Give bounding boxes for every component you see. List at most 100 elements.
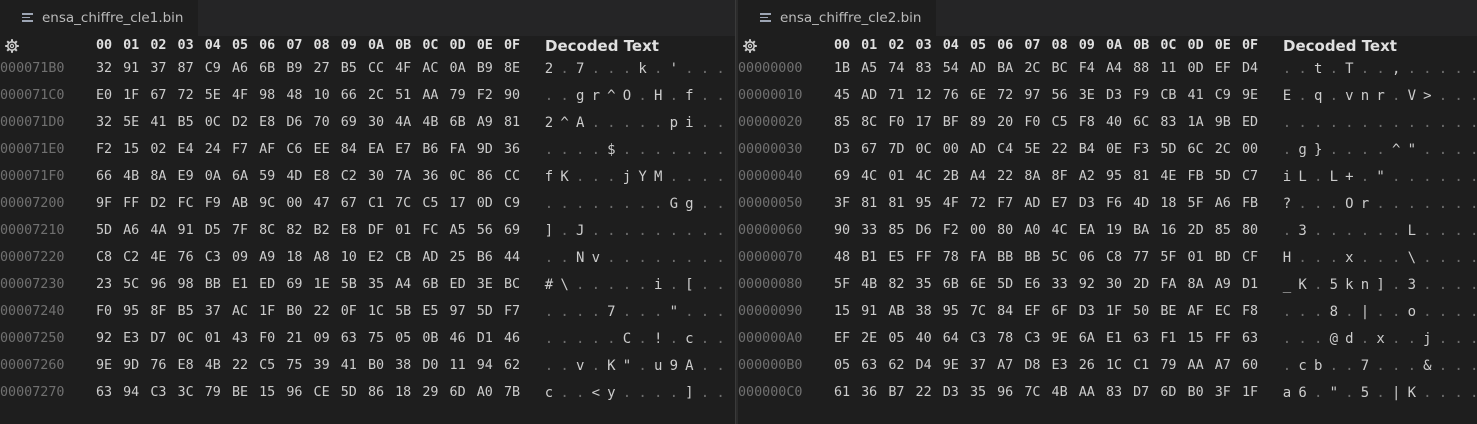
decoded-char[interactable]: . [588, 196, 604, 212]
decoded-char[interactable]: . [1404, 358, 1420, 374]
decoded-char[interactable]: A [681, 358, 697, 374]
hex-byte[interactable]: 85 [1211, 223, 1235, 238]
decoded-char[interactable]: . [588, 304, 604, 320]
hex-byte[interactable]: 94 [119, 385, 143, 400]
hex-byte[interactable]: C2 [337, 169, 361, 184]
decoded-char[interactable]: d [1341, 331, 1357, 347]
decoded-char[interactable]: 7 [1357, 358, 1373, 374]
decoded-char[interactable]: . [1310, 250, 1326, 266]
decoded-char[interactable]: . [1373, 196, 1389, 212]
hex-byte[interactable]: FA [1156, 277, 1180, 292]
hex-byte[interactable]: 2C [1211, 142, 1235, 157]
decoded-char[interactable]: . [1295, 115, 1311, 131]
hex-byte[interactable]: F3 [1129, 142, 1153, 157]
decoded-char[interactable]: . [1326, 358, 1342, 374]
hex-byte[interactable]: F0 [255, 331, 279, 346]
decoded-char[interactable]: r [588, 88, 604, 104]
hex-byte[interactable]: 54 [939, 61, 963, 76]
hex-byte[interactable]: 5D [92, 223, 116, 238]
hex-byte[interactable]: 71 [884, 88, 908, 103]
hex-byte[interactable]: F0 [884, 115, 908, 130]
decoded-char[interactable]: _ [1279, 277, 1295, 293]
hex-byte[interactable]: EF [830, 331, 854, 346]
hex-byte[interactable]: 23 [92, 277, 116, 292]
decoded-char[interactable]: b [1310, 358, 1326, 374]
decoded-char[interactable]: " [1373, 169, 1389, 185]
decoded-char[interactable]: . [697, 115, 713, 131]
decoded-char[interactable]: E [1279, 88, 1295, 104]
decoded-char[interactable]: C [619, 331, 635, 347]
decoded-char[interactable]: . [1435, 169, 1451, 185]
decoded-char[interactable]: . [635, 277, 651, 293]
decoded-char[interactable]: . [588, 223, 604, 239]
hex-byte[interactable]: FC [174, 196, 198, 211]
hex-byte[interactable]: A7 [1211, 358, 1235, 373]
hex-byte[interactable]: 11 [1156, 61, 1180, 76]
decoded-char[interactable]: a [1279, 385, 1295, 401]
decoded-char[interactable]: k [1341, 277, 1357, 293]
hex-byte[interactable]: A2 [1075, 169, 1099, 184]
decoded-char[interactable]: . [1388, 331, 1404, 347]
hex-byte[interactable]: 22 [310, 304, 334, 319]
decoded-char[interactable]: . [713, 277, 729, 293]
hex-byte[interactable]: 4E [1156, 169, 1180, 184]
hex-byte[interactable]: D8 [1020, 358, 1044, 373]
hex-byte[interactable]: 30 [364, 115, 388, 130]
decoded-char[interactable]: u [650, 358, 666, 374]
decoded-char[interactable]: . [557, 61, 573, 77]
hex-byte[interactable]: 66 [337, 88, 361, 103]
decoded-char[interactable]: . [619, 142, 635, 158]
decoded-char[interactable]: n [1357, 277, 1373, 293]
decoded-char[interactable]: . [1357, 250, 1373, 266]
decoded-char[interactable]: v [572, 358, 588, 374]
decoded-char[interactable]: . [713, 304, 729, 320]
hex-byte[interactable]: 5C [1048, 250, 1072, 265]
hex-byte[interactable]: 5D [1156, 142, 1180, 157]
decoded-char[interactable]: . [728, 223, 735, 239]
decoded-char[interactable]: y [603, 385, 619, 401]
hex-byte[interactable]: C2 [119, 250, 143, 265]
hex-byte[interactable]: 4F [939, 196, 963, 211]
hex-byte[interactable]: 95 [1102, 169, 1126, 184]
hex-byte[interactable]: 74 [884, 61, 908, 76]
decoded-char[interactable]: . [1279, 358, 1295, 374]
decoded-char[interactable]: . [572, 277, 588, 293]
hex-byte[interactable]: A4 [966, 169, 990, 184]
decoded-char[interactable]: . [572, 196, 588, 212]
decoded-char[interactable]: . [1279, 115, 1295, 131]
decoded-char[interactable]: v [588, 250, 604, 266]
hex-byte[interactable]: E8 [255, 115, 279, 130]
hex-byte[interactable]: 7D [884, 142, 908, 157]
hex-byte[interactable]: 76 [174, 250, 198, 265]
hex-byte[interactable]: 33 [857, 223, 881, 238]
hex-byte[interactable]: C8 [92, 250, 116, 265]
decoded-char[interactable]: . [557, 88, 573, 104]
hex-byte[interactable]: BD [1211, 250, 1235, 265]
decoded-char[interactable]: . [728, 115, 735, 131]
hex-byte[interactable]: 9D [119, 358, 143, 373]
hex-byte[interactable]: 7C [966, 304, 990, 319]
decoded-char[interactable]: . [697, 385, 713, 401]
hex-byte[interactable]: 01 [201, 331, 225, 346]
decoded-char[interactable]: | [1388, 385, 1404, 401]
hex-byte[interactable]: AF [1184, 304, 1208, 319]
hex-byte[interactable]: CC [364, 61, 388, 76]
decoded-char[interactable]: . [1451, 250, 1467, 266]
hex-byte[interactable]: 95 [119, 304, 143, 319]
hex-byte[interactable]: FA [446, 142, 470, 157]
decoded-char[interactable]: 5 [1326, 277, 1342, 293]
hex-byte[interactable]: C9 [201, 61, 225, 76]
hex-byte[interactable]: F2 [939, 223, 963, 238]
decoded-char[interactable]: \ [1404, 250, 1420, 266]
decoded-char[interactable]: . [1451, 196, 1467, 212]
hex-byte[interactable]: D5 [201, 223, 225, 238]
hex-byte[interactable]: C3 [966, 331, 990, 346]
hex-byte[interactable]: CC [500, 169, 524, 184]
hex-byte[interactable]: E3 [1048, 358, 1072, 373]
hex-byte[interactable]: 50 [1129, 304, 1153, 319]
decoded-char[interactable]: . [635, 304, 651, 320]
hex-byte[interactable]: B6 [418, 142, 442, 157]
decoded-char[interactable]: . [557, 358, 573, 374]
hex-byte[interactable]: 3E [1075, 88, 1099, 103]
decoded-char[interactable]: x [1373, 331, 1389, 347]
